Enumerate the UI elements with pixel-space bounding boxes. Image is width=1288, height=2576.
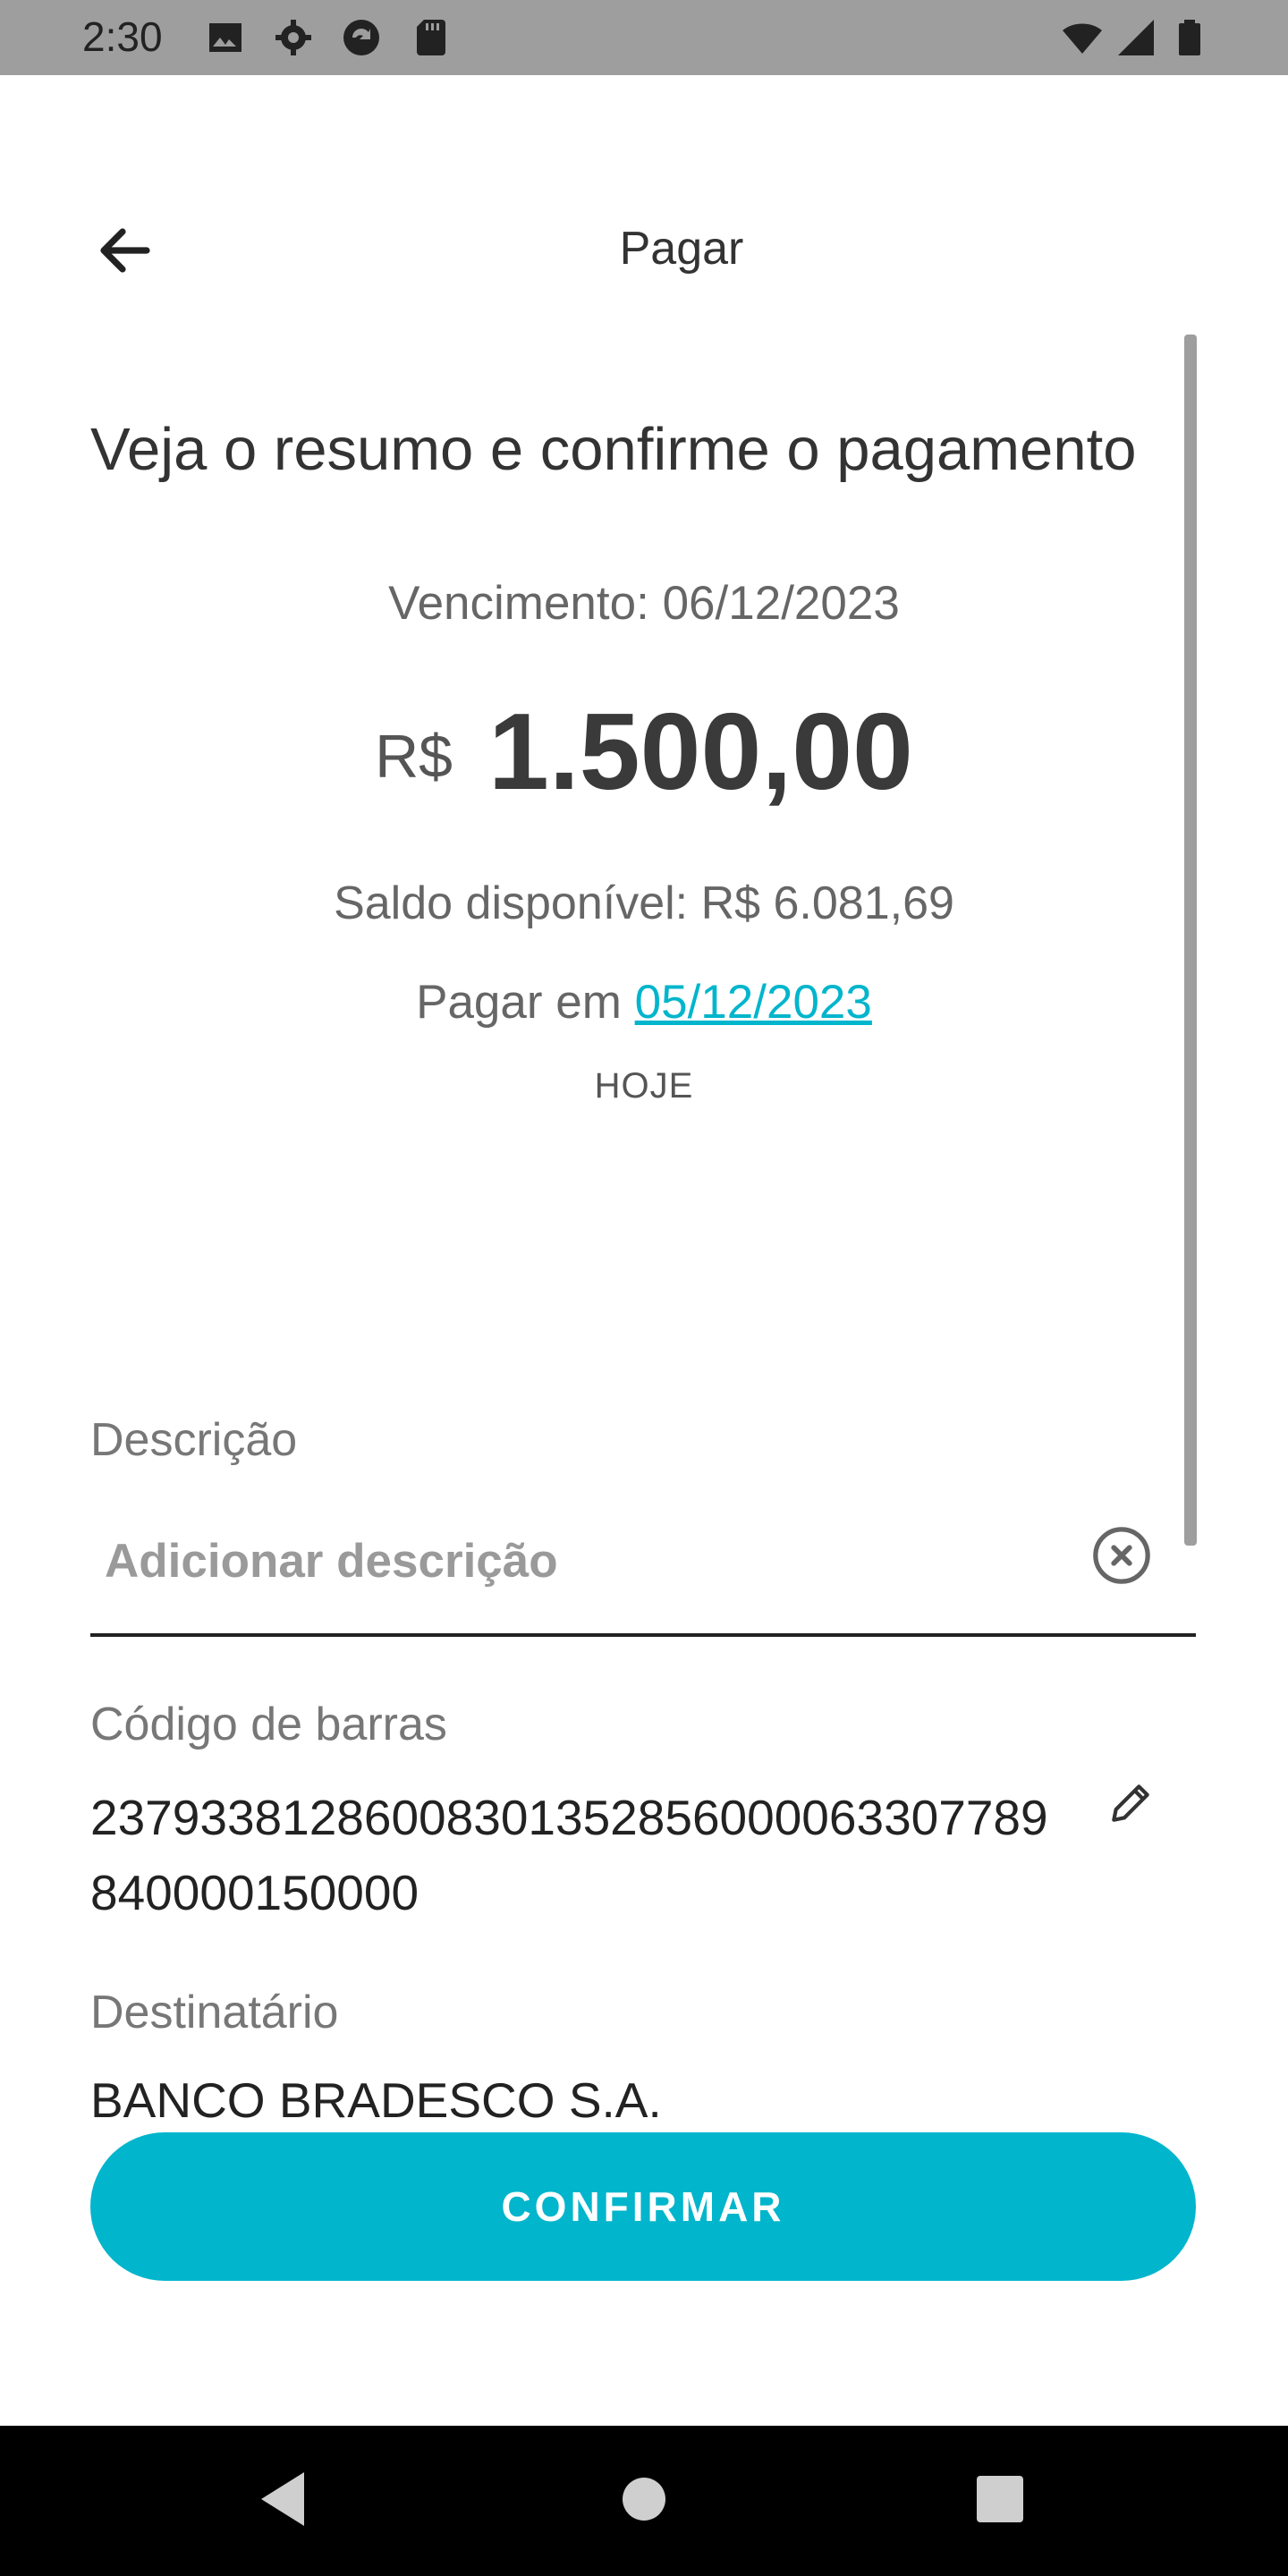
image-icon — [209, 23, 242, 52]
currency-symbol: R$ — [375, 723, 453, 791]
confirm-button[interactable]: CONFIRMAR — [90, 2132, 1196, 2281]
available-balance: Saldo disponível: R$ 6.081,69 — [334, 877, 954, 929]
due-date: Vencimento: 06/12/2023 — [388, 577, 900, 630]
wifi-icon — [1063, 23, 1102, 54]
description-input[interactable] — [103, 1524, 1055, 1597]
payment-amount: 1.500,00 — [488, 691, 913, 812]
nav-back-icon[interactable] — [261, 2472, 304, 2526]
pay-on-date-link[interactable]: 05/12/2023 — [635, 976, 872, 1029]
recipient-label: Destinatário — [90, 1987, 339, 2038]
description-label: Descrição — [90, 1414, 298, 1466]
status-bar: 2:30 — [0, 0, 1288, 75]
sd-card-icon — [417, 20, 445, 55]
status-time: 2:30 — [82, 13, 163, 60]
recipient-value: BANCO BRADESCO S.A. — [90, 2072, 662, 2128]
gear-icon — [275, 20, 311, 55]
barcode-value: 2379338128600830135285600006330778984000… — [90, 1790, 1048, 1920]
barcode-label: Código de barras — [90, 1699, 447, 1750]
edit-icon[interactable] — [1106, 1778, 1156, 1828]
pay-on-caption: HOJE — [594, 1066, 694, 1106]
signal-icon — [1118, 20, 1154, 55]
battery-icon — [1179, 20, 1200, 55]
nav-recents-icon[interactable] — [977, 2476, 1023, 2522]
clear-icon[interactable] — [1090, 1524, 1153, 1587]
amount-row: R$ 1.500,00 — [0, 689, 1288, 814]
sync-icon — [343, 20, 379, 55]
nav-home-icon[interactable] — [623, 2478, 665, 2521]
page-title: Pagar — [619, 223, 744, 275]
scrollbar[interactable] — [1184, 335, 1197, 1546]
summary-heading: Veja o resumo e confirme o pagamento — [90, 416, 1137, 483]
pay-on-label: Pagar em — [416, 976, 635, 1029]
description-field — [90, 1512, 1196, 1637]
pay-on-row: Pagar em 05/12/2023 — [0, 975, 1288, 1030]
